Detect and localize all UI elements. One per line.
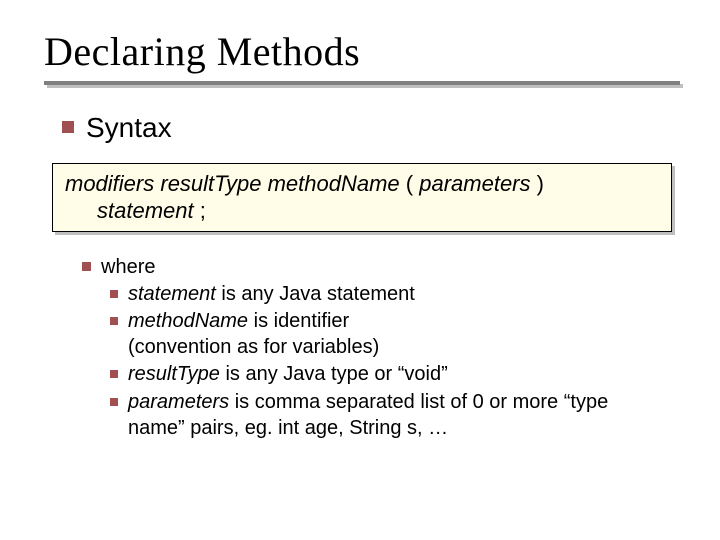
where-item-text: resultType is any Java type or “void”: [128, 362, 448, 388]
square-bullet-icon: [110, 290, 118, 298]
where-heading: where: [82, 254, 680, 280]
square-bullet-icon: [62, 121, 74, 133]
list-item: resultType is any Java type or “void”: [110, 362, 680, 388]
syntax-method-name: methodName: [268, 171, 400, 196]
syntax-close-paren: ): [537, 171, 544, 196]
where-item-text: parameters is comma separated list of 0 …: [128, 390, 648, 441]
where-list: statement is any Java statement methodNa…: [110, 282, 680, 442]
title-underline: [44, 81, 680, 85]
where-label: where: [101, 254, 155, 280]
where-item-term: resultType: [128, 363, 220, 385]
square-bullet-icon: [110, 398, 118, 406]
where-item-desc: is any Java type or “void”: [220, 363, 448, 385]
square-bullet-icon: [110, 317, 118, 325]
where-item-term: methodName: [128, 310, 248, 332]
bullet-syntax-label: Syntax: [86, 111, 172, 145]
syntax-line-2: statement ;: [65, 197, 659, 225]
list-item: statement is any Java statement: [110, 282, 680, 308]
syntax-line-1: modifiers resultType methodName ( parame…: [65, 170, 659, 198]
syntax-parameters: parameters: [419, 171, 530, 196]
where-item-desc: is any Java statement: [216, 283, 415, 305]
syntax-modifiers: modifiers: [65, 171, 154, 196]
where-item-text: statement is any Java statement: [128, 282, 415, 308]
syntax-statement: statement: [97, 198, 194, 223]
syntax-semicolon: ;: [200, 198, 206, 223]
slide-title: Declaring Methods: [44, 28, 680, 75]
where-item-term: statement: [128, 283, 216, 305]
syntax-box: modifiers resultType methodName ( parame…: [52, 163, 672, 232]
square-bullet-icon: [110, 370, 118, 378]
where-block: where statement is any Java statement me…: [82, 254, 680, 442]
syntax-result-type: resultType: [160, 171, 261, 196]
square-bullet-icon: [82, 262, 91, 271]
list-item: methodName is identifier (convention as …: [110, 309, 680, 360]
where-item-text: methodName is identifier (convention as …: [128, 309, 379, 360]
syntax-open-paren: (: [406, 171, 419, 196]
list-item: parameters is comma separated list of 0 …: [110, 390, 680, 441]
where-item-term: parameters: [128, 391, 229, 413]
slide: Declaring Methods Syntax modifiers resul…: [0, 0, 720, 540]
bullet-syntax: Syntax: [62, 111, 680, 145]
